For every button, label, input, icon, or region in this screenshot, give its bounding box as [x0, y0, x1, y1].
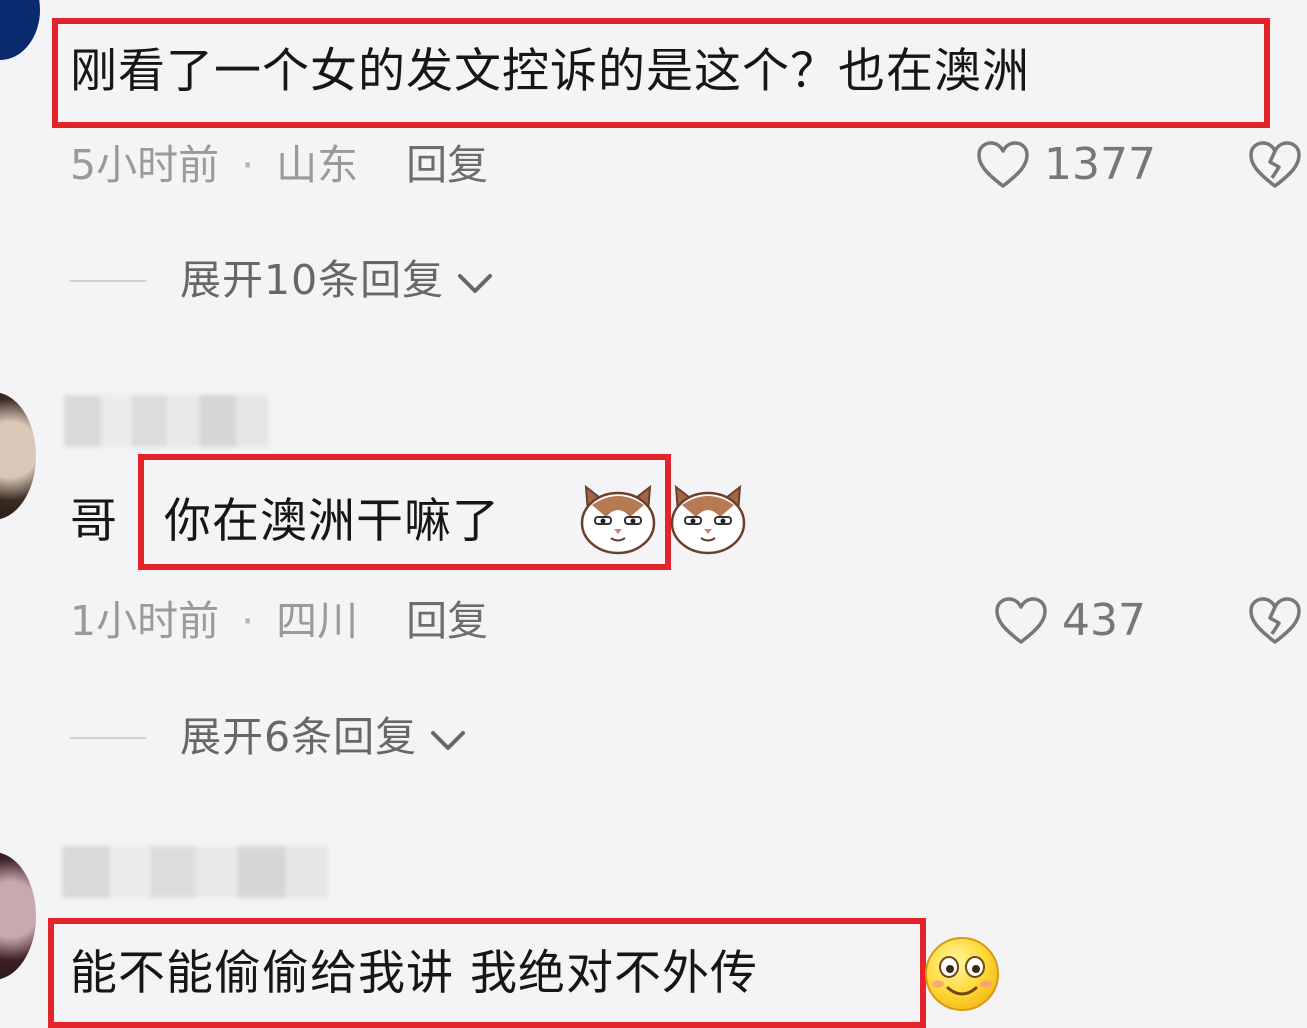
blurred-username — [64, 395, 269, 447]
expand-replies-label: 展开6条回复 — [180, 713, 418, 761]
user-avatar[interactable] — [0, 392, 36, 520]
like-count: 437 — [1062, 595, 1146, 646]
comment-text: 刚看了一个女的发文控诉的是这个？也在澳洲 — [70, 44, 1030, 99]
comment-time: 5小时前 — [70, 141, 220, 189]
like-button[interactable]: 437 — [994, 596, 1146, 646]
like-button[interactable]: 1377 — [976, 140, 1156, 190]
expand-replies-button[interactable]: 展开6条回复 — [70, 717, 467, 758]
comment-time: 1小时前 — [70, 597, 220, 645]
comment-meta: 1小时前 · 四川 回复 — [70, 601, 488, 642]
reply-button[interactable]: 回复 — [406, 141, 488, 189]
heart-outline-icon — [995, 597, 1047, 644]
cat-face-emoji — [580, 484, 656, 555]
heart-outline-icon — [977, 141, 1029, 188]
comment-text: 能不能偷偷给我讲 我绝对不外传 — [70, 946, 758, 1001]
smiling-face-emoji — [925, 937, 999, 1011]
cat-face-emoji — [670, 484, 746, 555]
broken-heart-icon[interactable] — [1248, 596, 1302, 646]
user-avatar[interactable] — [0, 0, 40, 60]
reply-button[interactable]: 回复 — [406, 597, 488, 645]
expand-replies-button[interactable]: 展开10条回复 — [70, 260, 494, 301]
chevron-down-icon — [458, 273, 493, 293]
comment-text: 你在澳洲干嘛了 — [164, 494, 500, 549]
like-count: 1377 — [1044, 139, 1156, 190]
comment-meta: 5小时前 · 山东 回复 — [70, 145, 488, 186]
comment-location: 四川 — [276, 597, 359, 645]
meta-separator: · — [241, 597, 255, 645]
comment-prefix: 哥 — [70, 494, 118, 549]
chevron-down-icon — [431, 730, 466, 750]
broken-heart-icon[interactable] — [1248, 140, 1302, 190]
expand-replies-label: 展开10条回复 — [180, 256, 445, 304]
divider — [70, 279, 146, 282]
divider — [70, 736, 146, 739]
user-avatar[interactable] — [0, 852, 36, 980]
blurred-username — [62, 846, 328, 898]
meta-separator: · — [241, 141, 255, 189]
comment-location: 山东 — [276, 141, 359, 189]
